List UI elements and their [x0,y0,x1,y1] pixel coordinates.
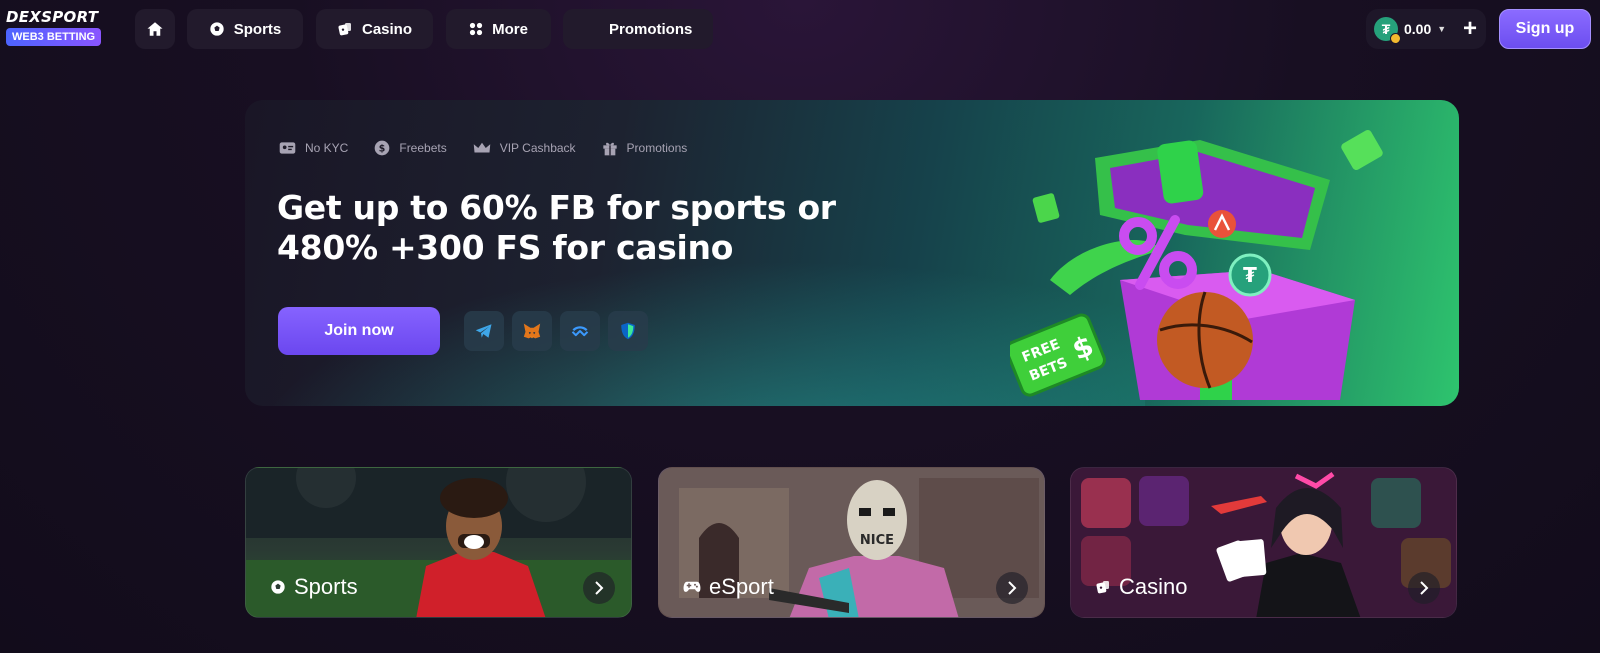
signup-button[interactable]: Sign up [1499,9,1591,49]
nav-promotions[interactable]: Promotions [563,9,713,49]
wallet-login-options [464,311,648,351]
esport-category-card[interactable]: NICE eSport [658,467,1045,618]
casino-category-card[interactable]: Casino [1070,467,1457,618]
gift-box-illustration: ₮ FREE BETS $ [1010,129,1383,400]
logo-badge: WEB3 BETTING [6,28,102,46]
nav-more[interactable]: More [446,9,551,49]
dice-icon [338,23,351,36]
home-button[interactable] [135,9,175,49]
walletconnect-icon [571,326,589,337]
sports-category-card[interactable]: Sports [245,467,632,618]
feature-freebets: $ Freebets [374,140,447,156]
svg-text:$: $ [379,143,386,154]
trustwallet-icon [621,322,635,340]
gamepad-icon [683,581,701,592]
feature-no-kyc-label: No KYC [305,141,349,155]
bnb-badge-icon [1390,33,1401,44]
metamask-login-button[interactable] [512,311,552,351]
top-navigation-bar: DEXSPORT WEB3 BETTING Sports Casino More… [0,0,1600,58]
metamask-icon [523,323,541,339]
id-card-icon [279,142,296,154]
esport-card-label: eSport [683,574,774,600]
hero-title-line-1: Get up to 60% FB for sports or [277,188,836,227]
grid-icon [469,22,483,36]
walletconnect-login-button[interactable] [560,311,600,351]
chevron-right-icon[interactable] [1408,572,1440,604]
nav-sports[interactable]: Sports [187,9,303,49]
soccer-ball-icon [271,580,285,594]
soccer-ball-icon [210,22,224,36]
sports-card-label: Sports [270,574,358,600]
chevron-down-icon: ▼ [1437,24,1447,34]
hero-title-line-2: 480% +300 FS for casino [277,228,734,267]
nav-promotions-label: Promotions [609,20,693,38]
logo-wordmark: DEXSPORT [6,8,99,26]
esport-card-text: eSport [709,574,774,599]
dice-icon [1096,581,1109,594]
hero-title: Get up to 60% FB for sports or 480% +300… [277,188,917,268]
casino-card-text: Casino [1119,574,1188,599]
deposit-button[interactable]: + [1457,9,1483,49]
dollar-coin-icon: $ [375,140,390,156]
tether-coin-icon: ₮ [1374,17,1401,44]
telegram-login-button[interactable] [464,311,504,351]
gift-icon [602,142,617,156]
crown-icon [473,142,490,153]
feature-vip-cashback-label: VIP Cashback [499,141,576,155]
feature-list: No KYC $ Freebets VIP Cashback Promotion… [279,140,687,156]
chevron-right-icon[interactable] [583,572,615,604]
feature-vip-cashback: VIP Cashback [473,140,576,156]
telegram-icon [475,324,492,338]
home-icon [147,22,163,36]
feature-promotions-label: Promotions [626,141,688,155]
feature-freebets-label: Freebets [399,141,447,155]
chevron-right-icon[interactable] [996,572,1028,604]
nav-casino-label: Casino [361,20,412,38]
feature-no-kyc: No KYC [279,140,348,156]
nav-more-label: More [492,20,528,38]
feature-promotions: Promotions [602,140,688,156]
join-now-button[interactable]: Join now [278,307,440,355]
balance-value: 0.00 [1404,21,1432,37]
svg-text:₮: ₮ [1243,263,1257,287]
nav-casino[interactable]: Casino [316,9,433,49]
casino-card-label: Casino [1095,574,1187,600]
trustwallet-login-button[interactable] [608,311,648,351]
sports-card-text: Sports [294,574,358,599]
nav-sports-label: Sports [233,20,282,38]
dexsport-logo[interactable]: DEXSPORT WEB3 BETTING [6,9,118,49]
svg-text:NICE: NICE [860,533,894,548]
